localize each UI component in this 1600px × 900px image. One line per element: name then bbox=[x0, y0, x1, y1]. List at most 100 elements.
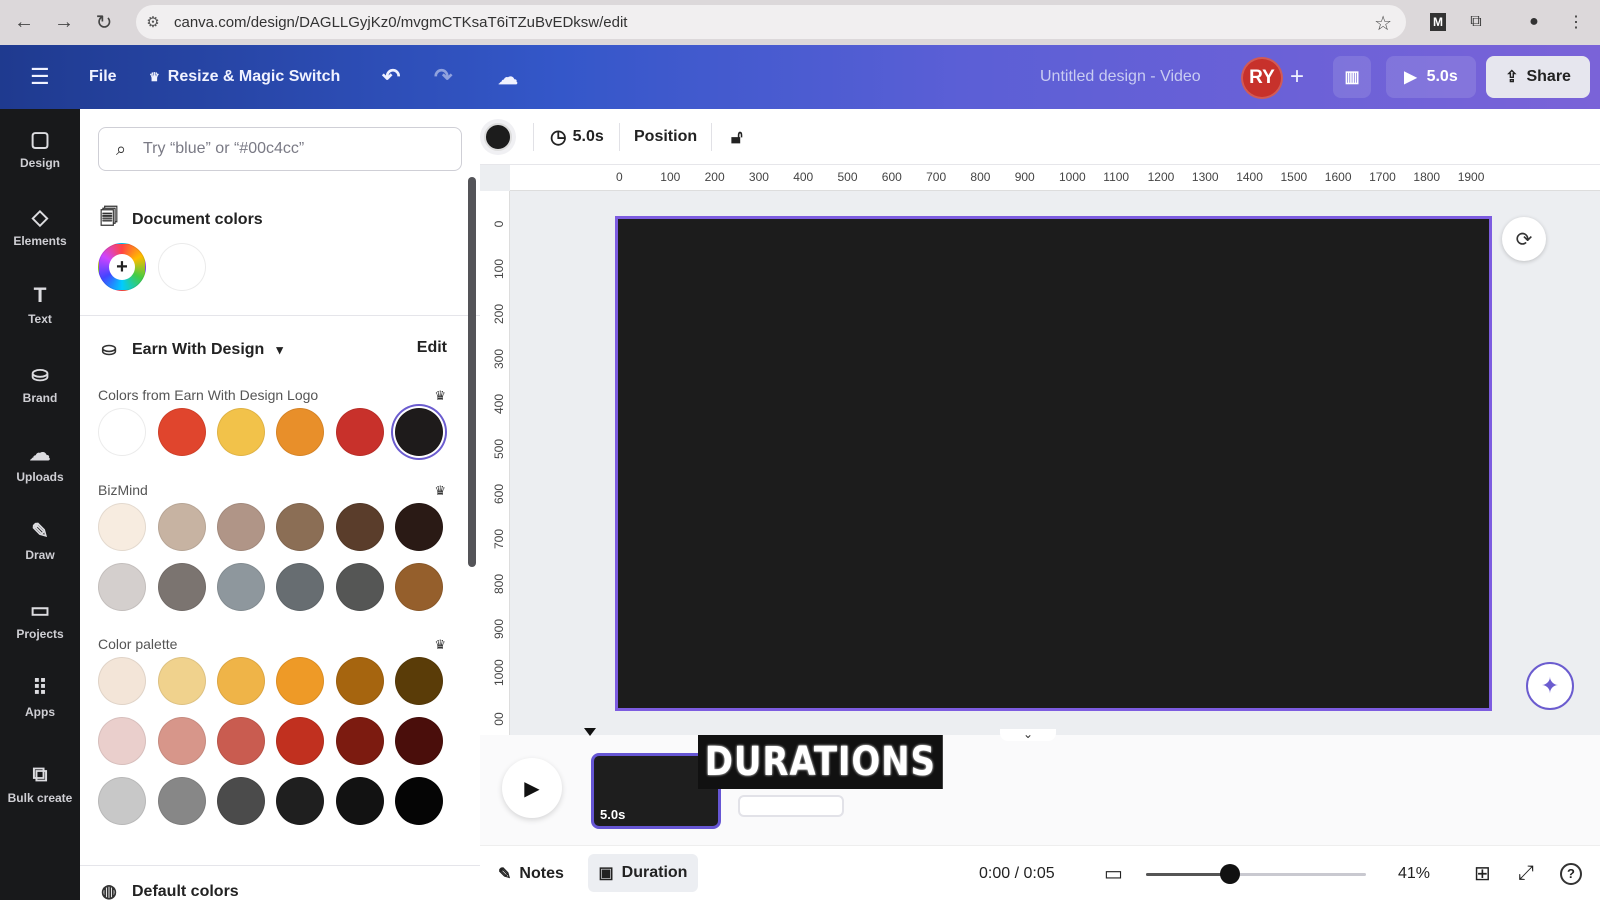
color-swatch[interactable] bbox=[217, 717, 265, 765]
color-swatch[interactable] bbox=[158, 503, 206, 551]
design-page[interactable] bbox=[615, 216, 1492, 711]
color-swatch[interactable] bbox=[395, 657, 443, 705]
color-swatch[interactable] bbox=[158, 657, 206, 705]
color-swatch[interactable] bbox=[276, 717, 324, 765]
color-swatch[interactable] bbox=[336, 777, 384, 825]
color-swatch[interactable] bbox=[276, 563, 324, 611]
add-collaborator-icon[interactable]: + bbox=[1290, 45, 1304, 109]
color-swatch[interactable] bbox=[336, 657, 384, 705]
add-clip-slot[interactable] bbox=[738, 795, 844, 817]
color-swatch[interactable] bbox=[98, 563, 146, 611]
fill-color-button[interactable] bbox=[484, 109, 512, 165]
forward-icon[interactable]: → bbox=[44, 2, 84, 42]
color-swatch[interactable] bbox=[98, 408, 146, 456]
color-swatch[interactable] bbox=[217, 408, 265, 456]
position-button[interactable]: Position bbox=[634, 109, 697, 165]
share-button[interactable]: ⇪ Share bbox=[1486, 56, 1590, 98]
color-swatch[interactable] bbox=[395, 563, 443, 611]
color-swatch[interactable] bbox=[98, 503, 146, 551]
palette-icon: ◍ bbox=[101, 881, 117, 900]
color-swatch[interactable] bbox=[395, 408, 443, 456]
ruler-tick: 300 bbox=[492, 348, 506, 370]
color-swatch[interactable] bbox=[217, 563, 265, 611]
color-swatch[interactable] bbox=[98, 777, 146, 825]
bookmark-star-icon[interactable]: ☆ bbox=[1374, 11, 1392, 36]
color-swatch[interactable] bbox=[395, 777, 443, 825]
color-swatch[interactable] bbox=[217, 503, 265, 551]
color-swatch[interactable] bbox=[276, 777, 324, 825]
color-swatch[interactable] bbox=[276, 503, 324, 551]
refresh-icon[interactable]: ⟳ bbox=[1502, 217, 1546, 261]
add-color-button[interactable]: + bbox=[98, 243, 146, 291]
duration-button[interactable]: ◷ 5.0s bbox=[550, 109, 604, 165]
magic-sparkle-icon[interactable]: ✦ bbox=[1526, 662, 1574, 710]
rail-item-projects[interactable]: ▭ Projects bbox=[0, 584, 80, 654]
rail-item-bulk-create[interactable]: ⧉ Bulk create bbox=[0, 749, 80, 819]
hamburger-icon[interactable]: ☰ bbox=[30, 45, 50, 109]
zoom-slider[interactable] bbox=[1146, 864, 1366, 884]
panel-scrollbar[interactable] bbox=[468, 177, 476, 567]
color-swatch[interactable] bbox=[158, 408, 206, 456]
color-swatch[interactable] bbox=[336, 717, 384, 765]
lock-icon[interactable]: 🔓︎ bbox=[731, 109, 743, 165]
undo-icon[interactable]: ↶ bbox=[382, 45, 400, 109]
notes-button[interactable]: ✎ Notes bbox=[498, 846, 564, 900]
color-swatch[interactable] bbox=[395, 503, 443, 551]
clip-duration: 5.0s bbox=[600, 807, 626, 822]
rail-item-elements[interactable]: ◇ Elements bbox=[0, 192, 80, 262]
zoom-knob[interactable] bbox=[1219, 864, 1240, 884]
color-swatch[interactable] bbox=[98, 717, 146, 765]
zoom-level[interactable]: 41% bbox=[1398, 846, 1430, 900]
address-bar[interactable]: ⚙ canva.com/design/DAGLLGyjKz0/mvgmCTKsa… bbox=[136, 5, 1406, 39]
extension-m-icon[interactable]: M bbox=[1424, 8, 1452, 36]
color-swatch[interactable] bbox=[217, 657, 265, 705]
color-swatch[interactable] bbox=[395, 717, 443, 765]
design-title[interactable]: Untitled design - Video bbox=[1040, 45, 1201, 109]
rail-item-design[interactable]: ▢ Design bbox=[0, 113, 80, 183]
color-swatch[interactable] bbox=[276, 408, 324, 456]
rail-item-draw[interactable]: ✎ Draw bbox=[0, 506, 80, 576]
color-swatch[interactable] bbox=[336, 563, 384, 611]
ruler-tick: 1900 bbox=[1457, 170, 1485, 184]
brand-kit-heading[interactable]: ⛀ Earn With Design ▾ bbox=[98, 339, 282, 360]
rail-item-brand[interactable]: ⛀ Brand bbox=[0, 349, 80, 419]
color-swatch[interactable] bbox=[336, 503, 384, 551]
fullscreen-icon[interactable]: ⤢ bbox=[1518, 846, 1534, 900]
play-icon: ▶ bbox=[1404, 69, 1417, 86]
color-search-input[interactable]: ⌕ Try “blue” or “#00c4cc” bbox=[98, 127, 462, 171]
help-icon[interactable]: ? bbox=[1560, 846, 1582, 900]
present-button[interactable]: ▶ 5.0s bbox=[1386, 56, 1476, 98]
file-menu[interactable]: File bbox=[89, 45, 117, 109]
color-swatch[interactable] bbox=[276, 657, 324, 705]
resize-label: Resize & Magic Switch bbox=[167, 68, 341, 85]
rail-item-uploads[interactable]: ☁ Uploads bbox=[0, 427, 80, 497]
user-avatar[interactable]: RY bbox=[1241, 57, 1283, 99]
color-swatch[interactable] bbox=[158, 563, 206, 611]
color-swatch[interactable] bbox=[336, 408, 384, 456]
insights-button[interactable]: ▥ bbox=[1333, 56, 1371, 98]
playhead-marker[interactable] bbox=[584, 728, 596, 736]
collapse-chevron-icon[interactable]: ⌄ bbox=[1000, 728, 1056, 741]
duration-toggle-button[interactable]: ▣ Duration bbox=[588, 854, 698, 892]
color-swatch[interactable] bbox=[158, 777, 206, 825]
site-settings-icon[interactable]: ⚙ bbox=[136, 5, 170, 39]
play-button[interactable]: ▶ bbox=[502, 758, 562, 818]
grid-view-icon[interactable]: ⊞ bbox=[1474, 846, 1491, 900]
color-swatch[interactable] bbox=[158, 717, 206, 765]
extensions-puzzle-icon[interactable]: ⧉ bbox=[1462, 8, 1490, 36]
back-icon[interactable]: ← bbox=[4, 2, 44, 42]
document-color-swatch[interactable] bbox=[158, 243, 206, 291]
resize-magic-switch-button[interactable]: ♛ Resize & Magic Switch bbox=[149, 45, 340, 109]
rail-item-text[interactable]: T Text bbox=[0, 270, 80, 340]
browser-menu-icon[interactable]: ⋮ bbox=[1562, 8, 1590, 36]
cloud-saved-icon[interactable]: ☁ bbox=[498, 45, 518, 109]
color-swatch[interactable] bbox=[98, 657, 146, 705]
profile-icon[interactable]: ● bbox=[1520, 8, 1548, 36]
ruler-tick: 0 bbox=[492, 220, 506, 228]
redo-icon[interactable]: ↷ bbox=[434, 45, 452, 109]
reload-icon[interactable]: ↻ bbox=[84, 2, 124, 42]
edit-brand-button[interactable]: Edit bbox=[417, 339, 447, 357]
pages-view-icon[interactable]: ▭ bbox=[1104, 846, 1123, 900]
color-swatch[interactable] bbox=[217, 777, 265, 825]
rail-item-apps[interactable]: ⠿ Apps bbox=[0, 663, 80, 733]
